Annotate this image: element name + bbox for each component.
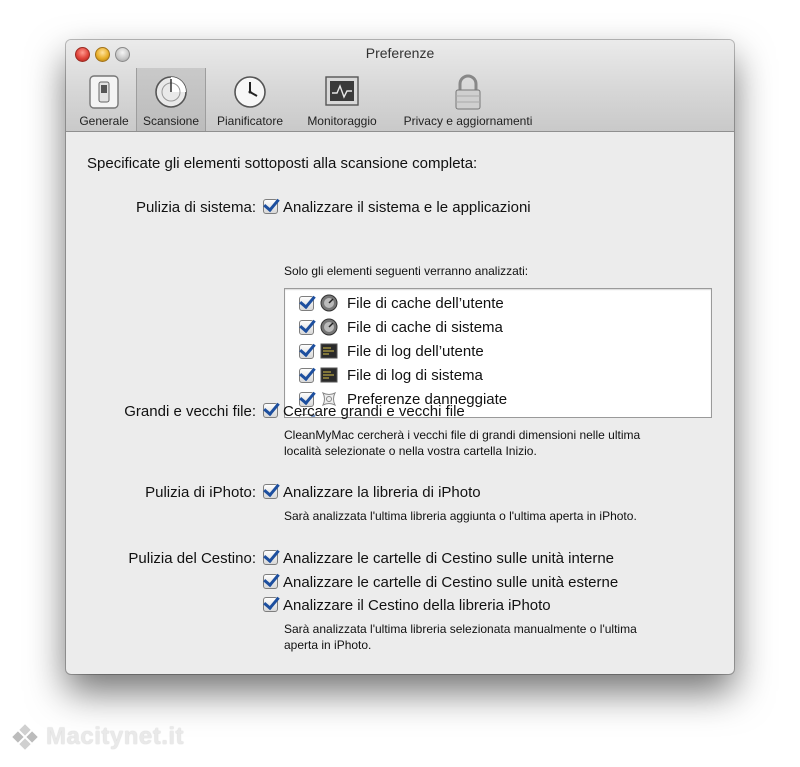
list-item[interactable]: File di log dell’utente xyxy=(299,340,484,362)
list-item-checkbox[interactable] xyxy=(299,319,314,335)
trash-external-option[interactable]: Analizzare le cartelle di Cestino sulle … xyxy=(263,574,618,591)
watermark-text: Macitynet.it xyxy=(46,723,185,750)
trash-label: Pulizia del Cestino: xyxy=(128,550,256,567)
trash-note-2: aperta in iPhoto. xyxy=(284,638,372,652)
list-item-checkbox[interactable] xyxy=(299,367,314,383)
monitor-icon xyxy=(322,72,362,112)
list-item-label: File di cache dell’utente xyxy=(347,294,504,312)
tab-generale[interactable]: Generale xyxy=(72,68,136,131)
tab-pianificatore[interactable]: Pianificatore xyxy=(206,68,294,131)
system-cleanup-label: Pulizia di sistema: xyxy=(135,199,256,216)
log-console-icon xyxy=(320,366,338,384)
tab-monitoraggio-label: Monitoraggio xyxy=(307,114,377,128)
large-files-note-1: CleanMyMac cercherà i vecchi file di gra… xyxy=(284,428,641,442)
large-files-note-2: località selezionate o nella vostra cart… xyxy=(284,444,537,458)
preferences-toolbar: Generale Scansione Pianificatore Monitor… xyxy=(72,68,546,131)
title-bar: Preferenze Generale Scansione Pianificat… xyxy=(66,40,734,132)
lock-icon xyxy=(448,72,488,112)
trash-note-1: Sarà analizzata l'ultima libreria selezi… xyxy=(284,622,637,636)
scan-settings-panel: Specificate gli elementi sottoposti alla… xyxy=(66,132,734,674)
list-item[interactable]: File di cache di sistema xyxy=(299,316,503,338)
list-item-label: File di log dell’utente xyxy=(347,342,484,360)
list-item-checkbox[interactable] xyxy=(299,343,314,359)
tab-pianificatore-label: Pianificatore xyxy=(216,114,284,128)
watermark: Macitynet.it xyxy=(10,722,184,752)
tab-scansione[interactable]: Scansione xyxy=(136,68,206,131)
list-item[interactable]: File di log di sistema xyxy=(299,364,483,386)
list-item-checkbox[interactable] xyxy=(299,295,314,311)
trash-internal-option[interactable]: Analizzare le cartelle di Cestino sulle … xyxy=(263,550,614,567)
system-scan-checkbox[interactable] xyxy=(263,199,278,214)
system-items-list[interactable]: File di cache dell’utente File di cache … xyxy=(284,288,712,418)
tab-monitoraggio[interactable]: Monitoraggio xyxy=(294,68,390,131)
switch-icon xyxy=(84,72,124,112)
tab-privacy-label: Privacy e aggiornamenti xyxy=(403,114,533,128)
iphoto-note: Sarà analizzata l'ultima libreria aggiun… xyxy=(284,509,637,523)
large-files-option[interactable]: Cercare grandi e vecchi file xyxy=(263,403,465,420)
iphoto-text: Analizzare la libreria di iPhoto xyxy=(283,484,481,501)
system-note: Solo gli elementi seguenti verranno anal… xyxy=(284,264,529,278)
large-files-checkbox[interactable] xyxy=(263,403,278,418)
tab-generale-label: Generale xyxy=(79,114,129,128)
clock-icon xyxy=(230,72,270,112)
watermark-logo-icon xyxy=(12,724,38,750)
large-files-label: Grandi e vecchi file: xyxy=(124,403,256,420)
tab-privacy[interactable]: Privacy e aggiornamenti xyxy=(390,68,546,131)
trash-iphoto-text: Analizzare il Cestino della libreria iPh… xyxy=(283,597,551,614)
trash-internal-checkbox[interactable] xyxy=(263,550,278,565)
cache-gauge-icon xyxy=(320,318,338,336)
tab-scansione-label: Scansione xyxy=(142,114,200,128)
iphoto-option[interactable]: Analizzare la libreria di iPhoto xyxy=(263,484,481,501)
intro-text: Specificate gli elementi sottoposti alla… xyxy=(87,155,478,172)
system-scan-option[interactable]: Analizzare il sistema e le applicazioni xyxy=(263,199,531,216)
trash-iphoto-option[interactable]: Analizzare il Cestino della libreria iPh… xyxy=(263,597,551,614)
system-scan-text: Analizzare il sistema e le applicazioni xyxy=(283,199,531,216)
large-files-text: Cercare grandi e vecchi file xyxy=(283,403,465,420)
window-title: Preferenze xyxy=(365,45,435,61)
log-console-icon xyxy=(320,342,338,360)
trash-internal-text: Analizzare le cartelle di Cestino sulle … xyxy=(283,550,615,567)
list-item[interactable]: File di cache dell’utente xyxy=(299,292,504,314)
iphoto-label: Pulizia di iPhoto: xyxy=(145,484,256,501)
list-item-label: File di cache di sistema xyxy=(347,318,503,336)
trash-external-text: Analizzare le cartelle di Cestino sulle … xyxy=(283,574,619,591)
trash-iphoto-checkbox[interactable] xyxy=(263,597,278,612)
cache-gauge-icon xyxy=(320,294,338,312)
iphoto-checkbox[interactable] xyxy=(263,484,278,499)
scan-disc-icon xyxy=(151,72,191,112)
preferences-window: Preferenze Generale Scansione Pianificat… xyxy=(66,40,734,674)
trash-external-checkbox[interactable] xyxy=(263,574,278,589)
list-item-label: File di log di sistema xyxy=(347,366,483,384)
